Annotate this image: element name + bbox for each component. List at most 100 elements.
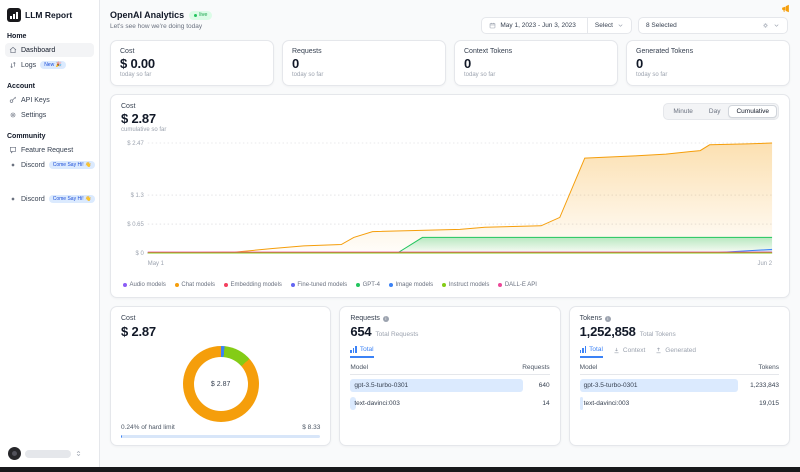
sidebar-item-label: Dashboard bbox=[21, 47, 55, 54]
cost-breakdown-card: Cost $ 2.87 $ 2.87 0.24% of hard limit $… bbox=[110, 306, 331, 446]
username-placeholder bbox=[25, 450, 71, 458]
tab-total[interactable]: Total bbox=[350, 346, 373, 358]
date-range-picker[interactable]: May 1, 2023 - Jun 3, 2023 Select bbox=[481, 17, 632, 34]
sidebar-item-settings[interactable]: Settings bbox=[5, 108, 94, 122]
legend-item: Chat models bbox=[175, 282, 215, 288]
bottom-row: Cost $ 2.87 $ 2.87 0.24% of hard limit $… bbox=[110, 306, 790, 446]
tab-generated[interactable]: Generated bbox=[655, 346, 696, 358]
sidebar-item-api-keys[interactable]: API Keys bbox=[5, 93, 94, 107]
page-header: OpenAI Analytics live Let's see how we'r… bbox=[110, 8, 790, 34]
stat-value: 0 bbox=[464, 56, 608, 71]
legend-item: Instruct models bbox=[442, 282, 489, 288]
stat-value: $ 0.00 bbox=[120, 56, 264, 71]
legend-dot-icon bbox=[389, 283, 393, 287]
discord-badge: Come Say Hi! 👋 bbox=[49, 195, 95, 203]
gear-icon bbox=[762, 22, 769, 29]
date-preset-select[interactable]: Select bbox=[595, 22, 613, 29]
message-icon bbox=[9, 146, 17, 154]
date-range-value: May 1, 2023 - Jun 3, 2023 bbox=[500, 22, 576, 29]
sidebar: LLM Report Home Dashboard Logs New 🎉 Acc… bbox=[0, 0, 100, 472]
sidebar-item-feature-request[interactable]: Feature Request bbox=[5, 143, 94, 157]
sidebar-item-label: Feature Request bbox=[21, 147, 73, 154]
cost-total: $ 2.87 bbox=[121, 324, 156, 339]
table-row[interactable]: gpt-3.5-turbo-03011,233,843 bbox=[580, 378, 779, 393]
models-multiselect[interactable]: 8 Selected bbox=[638, 17, 788, 34]
granularity-toggle: Minute Day Cumulative bbox=[663, 103, 779, 120]
table-row[interactable]: text-davinci:00319,015 bbox=[580, 396, 779, 411]
chart-legend: Audio modelsChat modelsEmbedding modelsF… bbox=[121, 279, 779, 288]
sidebar-section-home: Home bbox=[7, 33, 92, 40]
svg-text:Jun 2: Jun 2 bbox=[758, 261, 773, 267]
sidebar-item-label: Discord bbox=[21, 162, 45, 169]
sidebar-item-label: Discord bbox=[21, 196, 45, 203]
legend-item: DALL-E API bbox=[498, 282, 537, 288]
table-row[interactable]: text-davinci:003 14 bbox=[350, 396, 549, 411]
info-icon[interactable] bbox=[383, 316, 389, 322]
legend-dot-icon bbox=[175, 283, 179, 287]
user-menu-chevrons-icon bbox=[75, 449, 82, 458]
sidebar-item-discord-1[interactable]: Discord Come Say Hi! 👋 bbox=[5, 158, 94, 172]
models-selected-value: 8 Selected bbox=[646, 22, 677, 29]
discord-icon bbox=[9, 195, 17, 203]
legend-item: Audio models bbox=[123, 282, 166, 288]
model-name: text-davinci:003 bbox=[350, 400, 400, 407]
gear-icon bbox=[9, 111, 17, 119]
hard-limit-value: $ 8.33 bbox=[302, 424, 320, 431]
column-header: Requests bbox=[522, 364, 549, 371]
chart-sub: cumulative so far bbox=[121, 127, 166, 133]
cost-donut-chart[interactable]: $ 2.87 bbox=[183, 346, 259, 422]
legend-item: GPT-4 bbox=[356, 282, 380, 288]
legend-dot-icon bbox=[224, 283, 228, 287]
tokens-card: Tokens 1,252,858 Total Tokens Total Cont… bbox=[569, 306, 790, 446]
legend-dot-icon bbox=[123, 283, 127, 287]
row-value: 14 bbox=[542, 400, 549, 407]
sidebar-item-label: Logs bbox=[21, 62, 36, 69]
row-value: 640 bbox=[539, 382, 550, 389]
sidebar-section-community: Community bbox=[7, 133, 92, 140]
legend-dot-icon bbox=[291, 283, 295, 287]
calendar-icon bbox=[489, 22, 496, 29]
chevron-down-icon bbox=[773, 22, 780, 29]
app-logo-icon bbox=[7, 8, 21, 22]
card-title: Tokens bbox=[580, 315, 602, 322]
model-name: gpt-3.5-turbo-0301 bbox=[350, 382, 408, 389]
toggle-day[interactable]: Day bbox=[701, 105, 729, 118]
sidebar-item-label: API Keys bbox=[21, 97, 50, 104]
hard-limit-label: 0.24% of hard limit bbox=[121, 424, 175, 431]
bar-chart-icon bbox=[350, 346, 357, 353]
megaphone-icon[interactable] bbox=[781, 4, 790, 13]
legend-dot-icon bbox=[442, 283, 446, 287]
new-badge: New 🎉 bbox=[40, 61, 66, 69]
toggle-minute[interactable]: Minute bbox=[665, 105, 701, 118]
main-content: OpenAI Analytics live Let's see how we'r… bbox=[100, 0, 800, 472]
sidebar-item-discord-2[interactable]: Discord Come Say Hi! 👋 bbox=[5, 192, 94, 206]
user-avatar bbox=[8, 447, 21, 460]
model-name: gpt-3.5-turbo-0301 bbox=[580, 382, 638, 389]
svg-text:$ 2.47: $ 2.47 bbox=[127, 141, 144, 147]
table-row[interactable]: gpt-3.5-turbo-0301 640 bbox=[350, 378, 549, 393]
sidebar-item-logs[interactable]: Logs New 🎉 bbox=[5, 58, 94, 72]
user-menu[interactable] bbox=[8, 447, 94, 460]
app-logo[interactable]: LLM Report bbox=[7, 8, 92, 22]
discord-badge: Come Say Hi! 👋 bbox=[49, 161, 95, 169]
tab-context[interactable]: Context bbox=[613, 346, 645, 358]
stat-card-cost: Cost $ 0.00 today so far bbox=[110, 40, 274, 86]
bottom-bar bbox=[0, 467, 800, 472]
sidebar-item-label: Settings bbox=[21, 112, 46, 119]
column-header: Model bbox=[350, 364, 368, 371]
model-name: text-davinci:003 bbox=[580, 400, 630, 407]
chevron-down-icon bbox=[617, 22, 624, 29]
column-header: Tokens bbox=[758, 364, 779, 371]
info-icon[interactable] bbox=[605, 316, 611, 322]
sidebar-item-dashboard[interactable]: Dashboard bbox=[5, 43, 94, 57]
live-badge: live bbox=[189, 11, 212, 20]
legend-item: Embedding models bbox=[224, 282, 282, 288]
tokens-table-body: gpt-3.5-turbo-03011,233,843 text-davinci:… bbox=[580, 378, 779, 411]
chart-label: Cost bbox=[121, 103, 166, 110]
stat-card-requests: Requests 0 today so far bbox=[282, 40, 446, 86]
toggle-cumulative[interactable]: Cumulative bbox=[728, 105, 777, 118]
tab-total[interactable]: Total bbox=[580, 346, 603, 358]
donut-center-label: $ 2.87 bbox=[183, 346, 259, 422]
chart-total-value: $ 2.87 bbox=[121, 111, 166, 126]
page-subtitle: Let's see how we're doing today bbox=[110, 23, 212, 30]
